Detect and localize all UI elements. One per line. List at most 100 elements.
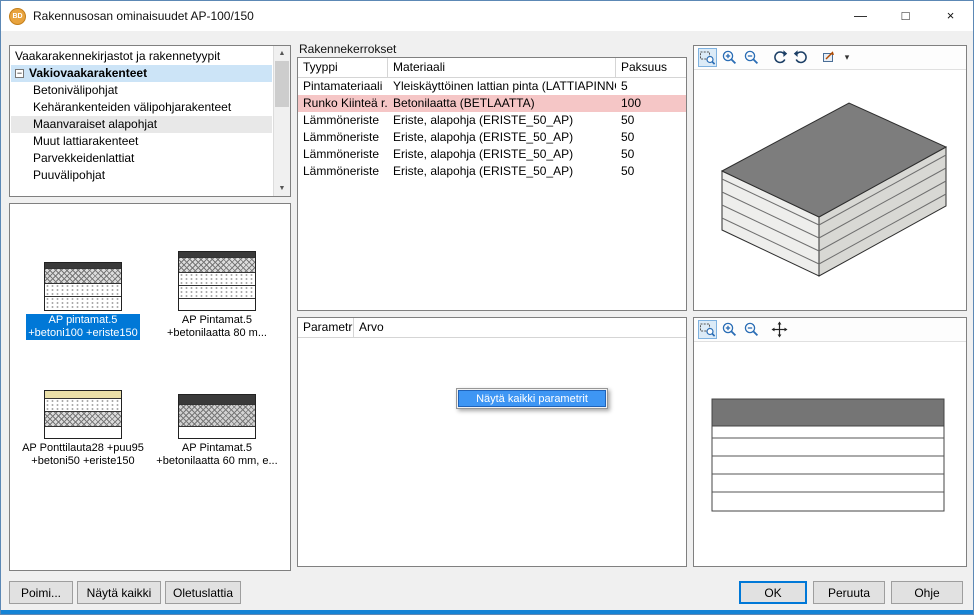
- layer-type-cell: Lämmöneriste: [298, 146, 388, 163]
- help-button[interactable]: Ohje: [891, 581, 963, 604]
- caption-line: +betoni50 +eriste150: [22, 455, 144, 468]
- thumb-layer-concrete: [45, 269, 121, 284]
- tree-item-keharankenteiden[interactable]: Kehärankenteiden välipohjarakenteet: [11, 99, 272, 116]
- layer-row[interactable]: Lämmöneriste Eriste, alapohja (ERISTE_50…: [298, 112, 686, 129]
- default-floor-button[interactable]: Oletuslattia: [165, 581, 241, 604]
- thumbnail-caption: AP pintamat.5 +betoni100 +eriste150: [26, 314, 139, 340]
- caption-line: +betonilaatta 80 m...: [167, 327, 267, 340]
- thumb-layer-void: [45, 427, 121, 438]
- thumb-layer-insulation: [45, 284, 121, 297]
- tree-item-puuvalipohjat[interactable]: Puuvälipohjat: [11, 167, 272, 184]
- layer-thickness-cell: 50: [616, 129, 686, 146]
- tree-item-library-header[interactable]: Vaakarakennekirjastot ja rakennetyypit: [11, 48, 272, 65]
- thumbnail-caption: AP Pintamat.5 +betonilaatta 80 m...: [165, 314, 269, 340]
- pan-icon[interactable]: [770, 320, 789, 339]
- layer-thickness-cell: 5: [616, 78, 686, 95]
- preview-3d-panel: ▾: [693, 45, 967, 311]
- scroll-down-icon[interactable]: ▼: [274, 181, 290, 196]
- show-all-button[interactable]: Näytä kaikki: [77, 581, 161, 604]
- preview-3d-toolbar: ▾: [694, 46, 966, 70]
- pick-button[interactable]: Poimi...: [9, 581, 73, 604]
- preview-3d-canvas[interactable]: [694, 71, 966, 310]
- tree-item-vakiovaakarakenteet[interactable]: −Vakiovaakarakenteet: [11, 65, 272, 82]
- caption-line: AP Pintamat.5: [156, 442, 277, 455]
- zoom-in-icon[interactable]: [720, 48, 739, 67]
- structure-thumbnail-ap-pintamat-betonilaatta60[interactable]: AP Pintamat.5 +betonilaatta 60 mm, e...: [150, 340, 284, 468]
- chevron-down-icon[interactable]: ▾: [842, 52, 852, 63]
- context-menu-item-show-all-parameters[interactable]: Näytä kaikki parametrit: [458, 390, 606, 407]
- thumb-layer-surface: [179, 395, 255, 405]
- layer-type-cell: Lämmöneriste: [298, 163, 388, 180]
- structure-thumbnail-ap-ponttilauta[interactable]: AP Ponttilauta28 +puu95 +betoni50 +erist…: [16, 340, 150, 468]
- thumbnail-caption: AP Ponttilauta28 +puu95 +betoni50 +erist…: [20, 442, 146, 468]
- view-options-icon[interactable]: [820, 48, 839, 67]
- column-header-tyyppi[interactable]: Tyyppi: [298, 58, 388, 77]
- structure-layers-table: Tyyppi Materiaali Paksuus Pintamateriaal…: [297, 57, 687, 311]
- layer-row[interactable]: Lämmöneriste Eriste, alapohja (ERISTE_50…: [298, 129, 686, 146]
- dialog-window: BD Rakennusosan ominaisuudet AP-100/150 …: [0, 0, 974, 615]
- caption-line: AP Pintamat.5: [167, 314, 267, 327]
- structure-thumbnail-image: [178, 394, 256, 439]
- column-header-paksuus[interactable]: Paksuus: [616, 58, 686, 77]
- tree-scrollbar[interactable]: ▲ ▼: [273, 46, 290, 196]
- layer-material-cell: Yleiskäyttöinen lattian pinta (LATTIAPIN…: [388, 78, 616, 95]
- tree-root-label: Vakiovaakarakenteet: [29, 66, 147, 80]
- tree-item-maanvaraiset-alapohjat[interactable]: Maanvaraiset alapohjat: [11, 116, 272, 133]
- layers-panel-title: Rakennekerrokset: [299, 42, 396, 56]
- window-bottom-border: [1, 610, 973, 614]
- thumbnail-grid: AP pintamat.5 +betoni100 +eriste150 AP P…: [10, 204, 290, 476]
- zoom-out-icon[interactable]: [742, 320, 761, 339]
- tree-item-muut-lattiarakenteet[interactable]: Muut lattiarakenteet: [11, 133, 272, 150]
- zoom-window-icon[interactable]: [698, 320, 717, 339]
- tree-item-betonivalipohjat[interactable]: Betonivälipohjat: [11, 82, 272, 99]
- layer-row[interactable]: Lämmöneriste Eriste, alapohja (ERISTE_50…: [298, 146, 686, 163]
- app-icon: BD: [9, 8, 26, 25]
- zoom-out-icon[interactable]: [742, 48, 761, 67]
- zoom-in-icon[interactable]: [720, 320, 739, 339]
- scroll-up-icon[interactable]: ▲: [274, 46, 290, 61]
- caption-line: AP pintamat.5: [28, 314, 137, 327]
- layer-row-highlighted[interactable]: Runko Kiinteä r... Betonilaatta (BETLAAT…: [298, 95, 686, 112]
- thumb-layer-concrete: [179, 258, 255, 273]
- layer-row[interactable]: Pintamateriaali Yleiskäyttöinen lattian …: [298, 78, 686, 95]
- thumb-layer-void: [179, 299, 255, 310]
- collapse-icon[interactable]: −: [15, 69, 24, 78]
- maximize-icon[interactable]: □: [883, 1, 928, 31]
- ok-button[interactable]: OK: [739, 581, 807, 604]
- caption-line: +betoni100 +eriste150: [28, 327, 137, 340]
- layer-type-cell: Runko Kiinteä r...: [298, 95, 388, 112]
- rotate-right-icon[interactable]: [792, 48, 811, 67]
- preview-2d-canvas[interactable]: [694, 343, 966, 566]
- layer-row[interactable]: Lämmöneriste Eriste, alapohja (ERISTE_50…: [298, 163, 686, 180]
- minimize-icon[interactable]: —: [838, 1, 883, 31]
- cancel-button[interactable]: Peruuta: [813, 581, 885, 604]
- preview-2d-panel: [693, 317, 967, 567]
- thumb-layer-concrete: [45, 412, 121, 427]
- structure-thumbnail-ap-pintamat-betonilaatta80[interactable]: AP Pintamat.5 +betonilaatta 80 m...: [150, 212, 284, 340]
- slab-section-drawing: [694, 343, 966, 566]
- zoom-window-icon[interactable]: [698, 48, 717, 67]
- scrollbar-thumb[interactable]: [275, 61, 289, 107]
- close-icon[interactable]: ×: [928, 1, 973, 31]
- preview-2d-toolbar: [694, 318, 966, 342]
- rotate-left-icon[interactable]: [770, 48, 789, 67]
- thumb-layer-void: [179, 427, 255, 438]
- slab-3d-drawing: [694, 71, 966, 310]
- layer-thickness-cell: 50: [616, 112, 686, 129]
- layer-thickness-cell: 50: [616, 146, 686, 163]
- column-header-materiaali[interactable]: Materiaali: [388, 58, 616, 77]
- app-icon-text: BD: [12, 13, 22, 20]
- structure-library-tree-panel: Vaakarakennekirjastot ja rakennetyypit −…: [9, 45, 291, 197]
- structure-thumbnail-ap-pintamat-betoni100[interactable]: AP pintamat.5 +betoni100 +eriste150: [16, 212, 150, 340]
- column-header-arvo[interactable]: Arvo: [354, 318, 686, 337]
- column-header-parametri[interactable]: Parametri: [298, 318, 354, 337]
- layer-type-cell: Pintamateriaali: [298, 78, 388, 95]
- structure-type-gallery: AP pintamat.5 +betoni100 +eriste150 AP P…: [9, 203, 291, 571]
- layer-type-cell: Lämmöneriste: [298, 129, 388, 146]
- layer-material-cell: Eriste, alapohja (ERISTE_50_AP): [388, 112, 616, 129]
- parameters-table-header: Parametri Arvo: [298, 318, 686, 338]
- tree-item-parvekkeidenlattiat[interactable]: Parvekkeidenlattiat: [11, 150, 272, 167]
- thumb-layer-insulation: [45, 297, 121, 310]
- titlebar[interactable]: BD Rakennusosan ominaisuudet AP-100/150 …: [1, 1, 973, 31]
- window-title: Rakennusosan ominaisuudet AP-100/150: [33, 9, 254, 23]
